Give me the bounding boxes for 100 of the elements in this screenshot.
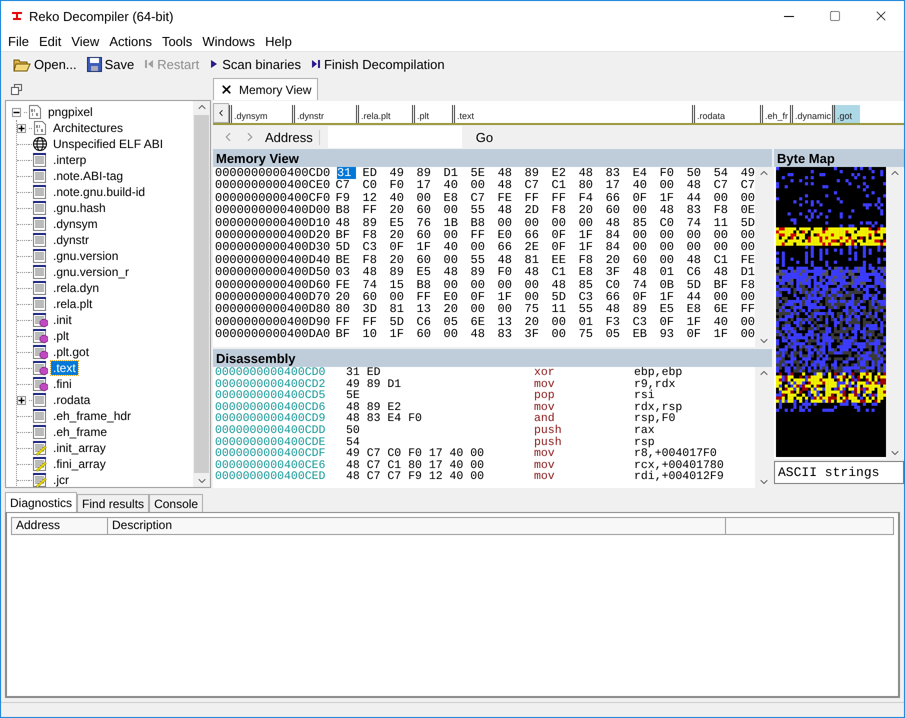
tree-item[interactable]: .eh_frame_hdr [51, 409, 134, 423]
section-icon [32, 232, 48, 248]
operands: ebp,ebp [634, 367, 682, 379]
tree-item[interactable]: .text [51, 361, 78, 375]
tree-item[interactable]: .plt.got [51, 345, 92, 359]
section-icon [32, 424, 48, 440]
tree-item[interactable]: .eh_frame [51, 425, 110, 439]
section-segment[interactable]: .dynsym [229, 105, 292, 123]
menu-item[interactable]: File [3, 34, 34, 48]
instruction-bytes: 49 89 D1 [346, 378, 402, 390]
tree-item[interactable]: .plt [51, 329, 72, 343]
scrollbar[interactable] [755, 167, 772, 347]
tree-item[interactable]: Architectures [51, 121, 126, 135]
menu-item[interactable]: Actions [104, 34, 157, 48]
tree-item[interactable]: .gnu.hash [51, 201, 108, 215]
tree-item[interactable]: .gnu.version [51, 249, 120, 263]
window-title: Reko Decompiler (64-bit) [29, 8, 174, 24]
code-section-icon [32, 312, 48, 328]
section-icon [32, 248, 48, 264]
section-segment[interactable]: .rela.plt [356, 105, 412, 123]
mnemonic: and [534, 413, 555, 425]
tree-item[interactable]: Unspecified ELF ABI [51, 137, 166, 151]
section-segment[interactable]: .dynstr [292, 105, 356, 123]
panel-tab[interactable]: Find results [77, 494, 150, 512]
tree-item[interactable]: .init [51, 313, 74, 327]
address-text: 0000000000400D80 [215, 303, 332, 316]
menu-item[interactable]: Help [260, 34, 297, 48]
section-segment[interactable]: .rodata [692, 105, 760, 123]
toolbar-button[interactable]: Scan binaries [205, 56, 305, 72]
instruction-bytes: 48 83 E4 F0 [346, 413, 423, 425]
toolbar-button[interactable]: Open... [9, 56, 81, 72]
address-label: Address [265, 130, 320, 144]
mnemonic: push [534, 424, 563, 437]
hex-bytes: BF F8 20 60 00 FF E0 66 0F 1F 84 00 00 00 00 00 [336, 228, 755, 242]
section-segment[interactable]: .got [832, 105, 860, 123]
selected-byte[interactable]: 31 [336, 167, 356, 180]
windows-icon[interactable] [11, 84, 22, 94]
hex-bytes: FE 74 15 B8 00 00 00 00 48 85 C0 74 0B 5D BF F8 [336, 278, 755, 291]
scrollbar[interactable] [755, 367, 772, 488]
tree-item[interactable]: .dynstr [51, 233, 92, 247]
hex-bytes: 5D C3 0F 1F 40 00 66 2E 0F 1F 84 00 00 00 00 00 [336, 241, 755, 254]
menu-item[interactable]: View [66, 34, 104, 48]
section-icon [32, 296, 48, 312]
instruction-bytes: 5E [346, 390, 361, 402]
section-icon [32, 392, 48, 408]
tree-item[interactable]: .init_array [51, 441, 108, 455]
document-icon [27, 104, 43, 120]
section-segment[interactable]: .eh_fr [760, 105, 790, 123]
mnemonic: xor [534, 367, 556, 379]
mnemonic: pop [534, 390, 556, 402]
tree-item[interactable]: .fini [51, 377, 74, 391]
menu-item[interactable]: Windows [197, 34, 260, 48]
expand-icon[interactable] [17, 124, 26, 132]
section-icon [32, 152, 48, 168]
section-segment[interactable]: .text [452, 105, 692, 123]
instruction-bytes: 48 C7 C7 F9 12 40 00 [346, 471, 486, 483]
toolbar-button[interactable]: Save [82, 56, 138, 72]
operands: r8,+004017F0 [634, 448, 717, 460]
address-field[interactable] [328, 126, 462, 148]
tree-item[interactable]: .note.gnu.build-id [51, 185, 148, 199]
scrollbar[interactable] [193, 101, 210, 487]
section-segment[interactable]: .plt [412, 105, 452, 123]
menu-item[interactable]: Tools [156, 34, 198, 48]
hex-bytes: F9 12 40 00 E8 C7 FE FF FF F4 66 0F 1F 44 00 00 [336, 192, 755, 204]
code-section-icon [32, 344, 48, 360]
address-text: 0000000000400D90 [215, 316, 332, 328]
tree-item[interactable]: .rela.plt [51, 297, 94, 311]
mnemonic: mov [534, 448, 555, 460]
document-tab[interactable]: Memory View [213, 78, 318, 100]
operands: r9,rdx [634, 378, 676, 390]
tree-item[interactable]: .note.ABI-tag [51, 169, 126, 183]
encoding-select[interactable]: ASCII strings [774, 461, 904, 484]
tree-item[interactable]: .dynsym [51, 217, 100, 231]
collapse-icon[interactable] [12, 108, 21, 116]
column-header[interactable]: Address [12, 518, 108, 534]
instruction-bytes: 49 C7 C0 F0 17 40 00 [346, 448, 486, 460]
address-text: 0000000000400D50 [215, 266, 332, 279]
panel-tab[interactable]: Console [149, 494, 204, 512]
tree-item[interactable]: .rodata [51, 393, 92, 407]
code-section-icon [32, 360, 48, 376]
hex-bytes: FF FF 5D C6 05 6E 13 20 00 01 F3 C3 0F 1F 40 00 [336, 316, 755, 328]
toolbar-button[interactable]: Finish Decompilation [306, 56, 449, 72]
instruction-bytes: 48 89 E2 [346, 402, 402, 414]
scroll-thumb[interactable] [194, 115, 209, 473]
instruction-bytes: 31 ED [346, 367, 382, 379]
scrollbar[interactable] [886, 167, 903, 459]
tree-item[interactable]: .rela.dyn [51, 281, 102, 295]
column-header[interactable]: Description [108, 518, 726, 534]
tree-item[interactable]: pngpixel [46, 105, 95, 119]
panel-tab[interactable]: Diagnostics [5, 492, 78, 512]
tree-item[interactable]: .jcr [51, 473, 71, 487]
tree-item[interactable]: .interp [51, 153, 88, 167]
expand-icon[interactable] [17, 396, 26, 404]
operands: rdx,rsp [634, 402, 682, 414]
address-text: 0000000000400D70 [215, 290, 332, 304]
close-icon[interactable] [220, 83, 233, 96]
menu-item[interactable]: Edit [34, 34, 66, 48]
tree-item[interactable]: .gnu.version_r [51, 265, 132, 279]
tree-item[interactable]: .fini_array [51, 457, 108, 471]
go-button[interactable]: Go [470, 128, 500, 146]
